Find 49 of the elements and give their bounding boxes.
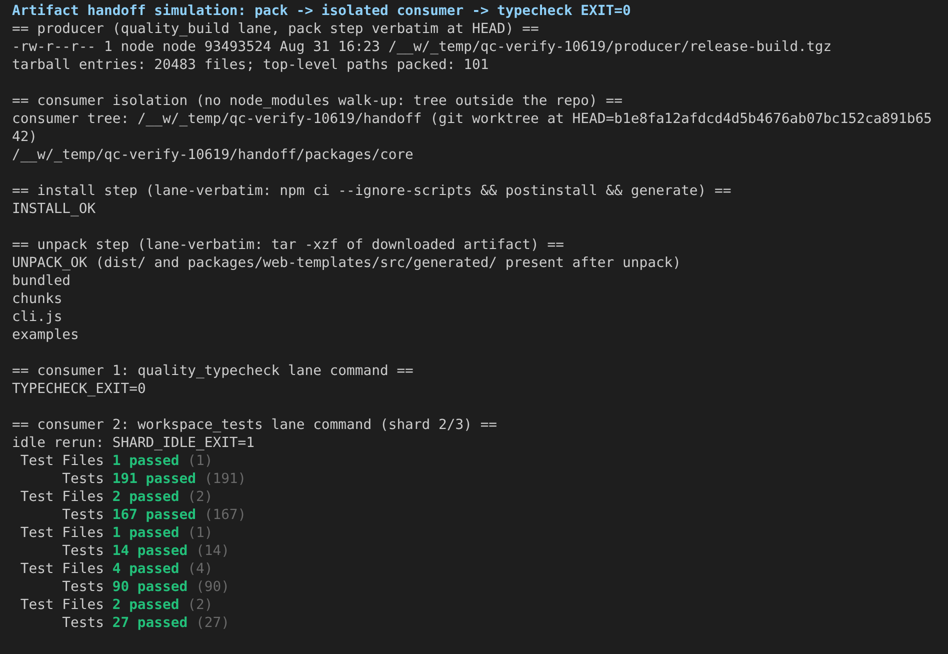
terminal-line: == install step (lane-verbatim: npm ci --ignore-scripts && postinstall && generate) == xyxy=(12,182,732,200)
result-label: Tests xyxy=(61,470,104,488)
terminal-line: tarball entries: 20483 files; top-level paths packed: 101 xyxy=(12,56,490,74)
result-label: Test Files xyxy=(19,560,104,578)
result-label: Tests xyxy=(61,578,104,596)
passed-count: 14 passed xyxy=(112,542,188,560)
result-label: Test Files xyxy=(19,596,104,614)
terminal-line: /__w/_temp/qc-verify-10619/handoff/packages/core xyxy=(12,146,414,164)
total-count: (1) xyxy=(188,524,213,542)
terminal-line: consumer tree: /__w/_temp/qc-verify-10619/handoff (git worktree at HEAD=b1e8fa12afdcd4d5b4676ab07bc152ca891b6542) xyxy=(12,110,932,146)
terminal-line: -rw-r--r-- 1 node node 93493524 Aug 31 16:23 /__w/_temp/qc-verify-10619/producer/release-build.tgz xyxy=(12,38,833,56)
result-label: Tests xyxy=(61,506,104,524)
terminal-line: INSTALL_OK xyxy=(12,200,97,218)
total-count: (4) xyxy=(188,560,213,578)
passed-count: 4 passed xyxy=(112,560,180,578)
passed-count: 27 passed xyxy=(112,614,188,632)
terminal-line: == consumer 1: quality_typecheck lane command == xyxy=(12,362,414,380)
passed-count: 167 passed xyxy=(112,506,196,524)
passed-count: 90 passed xyxy=(112,578,188,596)
terminal-line: chunks xyxy=(12,290,64,308)
result-label: Tests xyxy=(61,614,104,632)
total-count: (167) xyxy=(204,506,246,524)
result-label: Test Files xyxy=(19,524,104,542)
terminal-title: Artifact handoff simulation: pack -> isolated consumer -> typecheck EXIT=0 xyxy=(12,2,632,20)
terminal-line: == consumer isolation (no node_modules walk-up: tree outside the repo) == xyxy=(12,92,624,110)
terminal-line: idle rerun: SHARD_IDLE_EXIT=1 xyxy=(12,434,256,452)
total-count: (2) xyxy=(188,596,213,614)
result-label: Test Files xyxy=(19,452,104,470)
terminal-line: TYPECHECK_EXIT=0 xyxy=(12,380,147,398)
total-count: (27) xyxy=(196,614,230,632)
terminal-line: cli.js xyxy=(12,308,64,326)
total-count: (90) xyxy=(196,578,230,596)
terminal-line: UNPACK_OK (dist/ and packages/web-templates/src/generated/ present after unpack) xyxy=(12,254,682,272)
total-count: (14) xyxy=(196,542,230,560)
terminal-line: == consumer 2: workspace_tests lane command (shard 2/3) == xyxy=(12,416,498,434)
passed-count: 1 passed xyxy=(112,524,180,542)
terminal-line: == unpack step (lane-verbatim: tar -xzf of downloaded artifact) == xyxy=(12,236,565,254)
terminal-line: bundled xyxy=(12,272,72,290)
total-count: (191) xyxy=(204,470,246,488)
passed-count: 2 passed xyxy=(112,488,180,506)
terminal-line: == producer (quality_build lane, pack step verbatim at HEAD) == xyxy=(12,20,540,38)
result-label: Test Files xyxy=(19,488,104,506)
total-count: (2) xyxy=(188,488,213,506)
passed-count: 2 passed xyxy=(112,596,180,614)
total-count: (1) xyxy=(188,452,213,470)
terminal-line: examples xyxy=(12,326,80,344)
passed-count: 191 passed xyxy=(112,470,196,488)
passed-count: 1 passed xyxy=(112,452,180,470)
result-label: Tests xyxy=(61,542,104,560)
